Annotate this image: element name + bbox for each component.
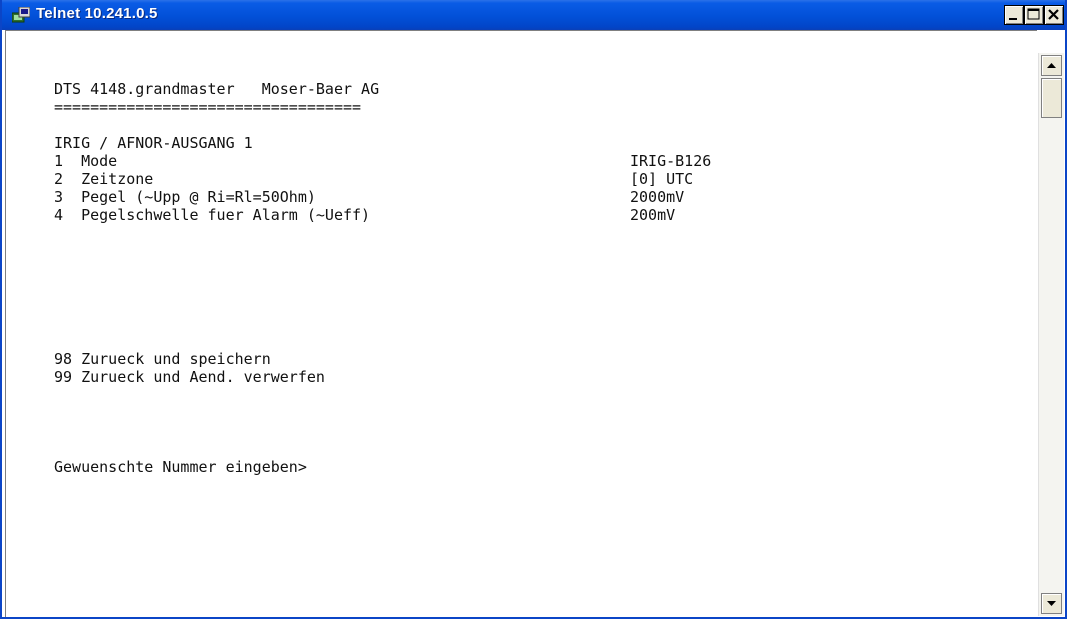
menu-item-label: 1 Mode	[54, 152, 118, 170]
input-prompt: Gewuenschte Nummer eingeben>	[54, 458, 307, 476]
maximize-button[interactable]	[1024, 5, 1044, 25]
minimize-icon	[1009, 18, 1017, 20]
title-bar[interactable]: Telnet 10.241.0.5	[2, 0, 1065, 30]
menu-item-label: 4 Pegelschwelle fuer Alarm (~Ueff)	[54, 206, 371, 224]
menu-item-value: IRIG-B126	[630, 152, 712, 170]
menu-item-label: 3 Pegel (~Upp @ Ri=Rl=50Ohm)	[54, 188, 316, 206]
menu-item-label: 2 Zeitzone	[54, 170, 154, 188]
scroll-down-button[interactable]	[1041, 593, 1062, 614]
discard-option: 99 Zurueck und Aend. verwerfen	[54, 368, 325, 386]
minimize-button[interactable]	[1004, 5, 1024, 25]
save-option: 98 Zurueck und speichern	[54, 350, 271, 368]
menu-item-pegel: 3 Pegel (~Upp @ Ri=Rl=50Ohm) 2000mV	[54, 188, 684, 206]
close-button[interactable]	[1044, 5, 1064, 25]
terminal-screen[interactable]: DTS 4148.grandmaster Moser-Baer AG =====…	[5, 30, 1037, 617]
triangle-down-icon	[1047, 601, 1056, 606]
terminal-text: DTS 4148.grandmaster Moser-Baer AG =====…	[54, 80, 711, 476]
section-title: IRIG / AFNOR-AUSGANG 1	[54, 134, 253, 152]
triangle-up-icon	[1047, 63, 1056, 68]
menu-item-mode: 1 Mode IRIG-B126	[54, 152, 711, 170]
scrollbar-thumb[interactable]	[1041, 78, 1062, 118]
terminal-window-icon	[12, 7, 30, 23]
menu-item-value: [0] UTC	[630, 170, 694, 188]
vertical-scrollbar[interactable]	[1038, 53, 1064, 616]
telnet-window: Telnet 10.241.0.5 DTS 4148.grandmaster M…	[0, 0, 1067, 619]
menu-item-zeitzone: 2 Zeitzone [0] UTC	[54, 170, 693, 188]
close-icon	[1048, 9, 1059, 20]
menu-item-value: 2000mV	[630, 188, 685, 206]
scroll-up-button[interactable]	[1041, 55, 1062, 76]
menu-item-pegelschwelle: 4 Pegelschwelle fuer Alarm (~Ueff) 200mV	[54, 206, 675, 224]
window-title: Telnet 10.241.0.5	[36, 5, 158, 22]
maximize-icon	[1027, 8, 1040, 20]
terminal-header: DTS 4148.grandmaster Moser-Baer AG	[54, 80, 380, 98]
menu-item-value: 200mV	[630, 206, 676, 224]
header-separator: ==================================	[54, 98, 362, 116]
